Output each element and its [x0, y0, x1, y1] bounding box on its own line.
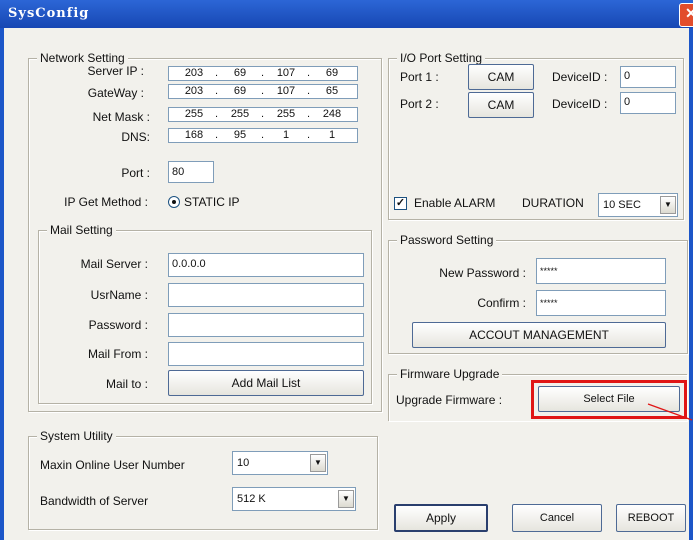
password-input[interactable] — [168, 313, 364, 337]
mail-setting-legend: Mail Setting — [47, 223, 116, 237]
port2-device-label: DeviceID : — [552, 97, 608, 111]
duration-label: DURATION — [522, 196, 584, 210]
port1-device-label: DeviceID : — [552, 70, 608, 84]
confirm-password-input[interactable]: ***** — [536, 290, 666, 316]
new-password-input[interactable]: ***** — [536, 258, 666, 284]
chevron-down-icon[interactable]: ▼ — [310, 454, 326, 472]
window-frame-right — [689, 28, 693, 540]
password-label: Password : — [88, 318, 148, 332]
window-frame-left — [0, 28, 4, 540]
apply-button[interactable]: Apply — [394, 504, 488, 532]
enable-alarm-label: Enable ALARM — [414, 196, 496, 210]
cancel-button[interactable]: Cancel — [512, 504, 602, 532]
mail-server-label: Mail Server : — [80, 257, 148, 271]
username-label: UsrName : — [90, 288, 148, 302]
max-users-label: Maxin Online User Number — [40, 458, 185, 472]
io-port-setting-legend: I/O Port Setting — [397, 51, 486, 65]
mail-from-input[interactable] — [168, 342, 364, 366]
ip-method-label: IP Get Method : — [64, 195, 148, 209]
dns-label: DNS: — [121, 130, 150, 144]
gateway-label: GateWay : — [87, 86, 144, 100]
close-icon: ✕ — [685, 6, 693, 22]
username-input[interactable] — [168, 283, 364, 307]
server-ip-input[interactable]: 203. 69. 107. 69 — [168, 66, 358, 81]
duration-select[interactable]: 10 SEC ▼ — [598, 193, 678, 217]
port1-cam-button[interactable]: CAM — [468, 64, 534, 90]
static-ip-radio[interactable] — [168, 196, 180, 208]
mail-to-label: Mail to : — [105, 377, 148, 391]
chevron-down-icon[interactable]: ▼ — [338, 490, 354, 508]
network-setting-legend: Network Setting — [37, 51, 128, 65]
port1-device-input[interactable]: 0 — [620, 66, 676, 88]
confirm-label: Confirm : — [477, 296, 526, 310]
max-users-select[interactable]: 10 ▼ — [232, 451, 328, 475]
add-mail-list-button[interactable]: Add Mail List — [168, 370, 364, 396]
port2-cam-button[interactable]: CAM — [468, 92, 534, 118]
port1-label: Port 1 : — [400, 70, 439, 84]
close-button[interactable]: ✕ — [679, 3, 693, 27]
title-bar: SysConfig ✕ — [0, 0, 693, 28]
system-utility-legend: System Utility — [37, 429, 116, 443]
netmask-label: Net Mask : — [92, 110, 150, 124]
port-input[interactable]: 80 — [168, 161, 214, 183]
port2-device-input[interactable]: 0 — [620, 92, 676, 114]
account-management-button[interactable]: ACCOUT MANAGEMENT — [412, 322, 666, 348]
netmask-input[interactable]: 255. 255. 255. 248 — [168, 107, 358, 122]
enable-alarm-checkbox[interactable]: ✓ — [394, 197, 407, 210]
server-ip-label: Server IP : — [87, 64, 144, 78]
bandwidth-select[interactable]: 512 K ▼ — [232, 487, 356, 511]
dns-input[interactable]: 168. 95. 1. 1 — [168, 128, 358, 143]
gateway-input[interactable]: 203. 69. 107. 65 — [168, 84, 358, 99]
mail-from-label: Mail From : — [88, 347, 148, 361]
upgrade-firmware-label: Upgrade Firmware : — [396, 393, 503, 407]
chevron-down-icon[interactable]: ▼ — [660, 196, 676, 214]
bandwidth-label: Bandwidth of Server — [40, 494, 149, 508]
reboot-button[interactable]: REBOOT — [616, 504, 686, 532]
firmware-upgrade-legend: Firmware Upgrade — [397, 367, 503, 381]
window-title: SysConfig — [8, 6, 90, 21]
select-file-highlight — [531, 380, 687, 419]
static-ip-label: STATIC IP — [184, 195, 240, 209]
new-password-label: New Password : — [439, 266, 526, 280]
mail-server-input[interactable]: 0.0.0.0 — [168, 253, 364, 277]
password-setting-legend: Password Setting — [397, 233, 497, 247]
port-label: Port : — [121, 166, 150, 180]
port2-label: Port 2 : — [400, 97, 439, 111]
